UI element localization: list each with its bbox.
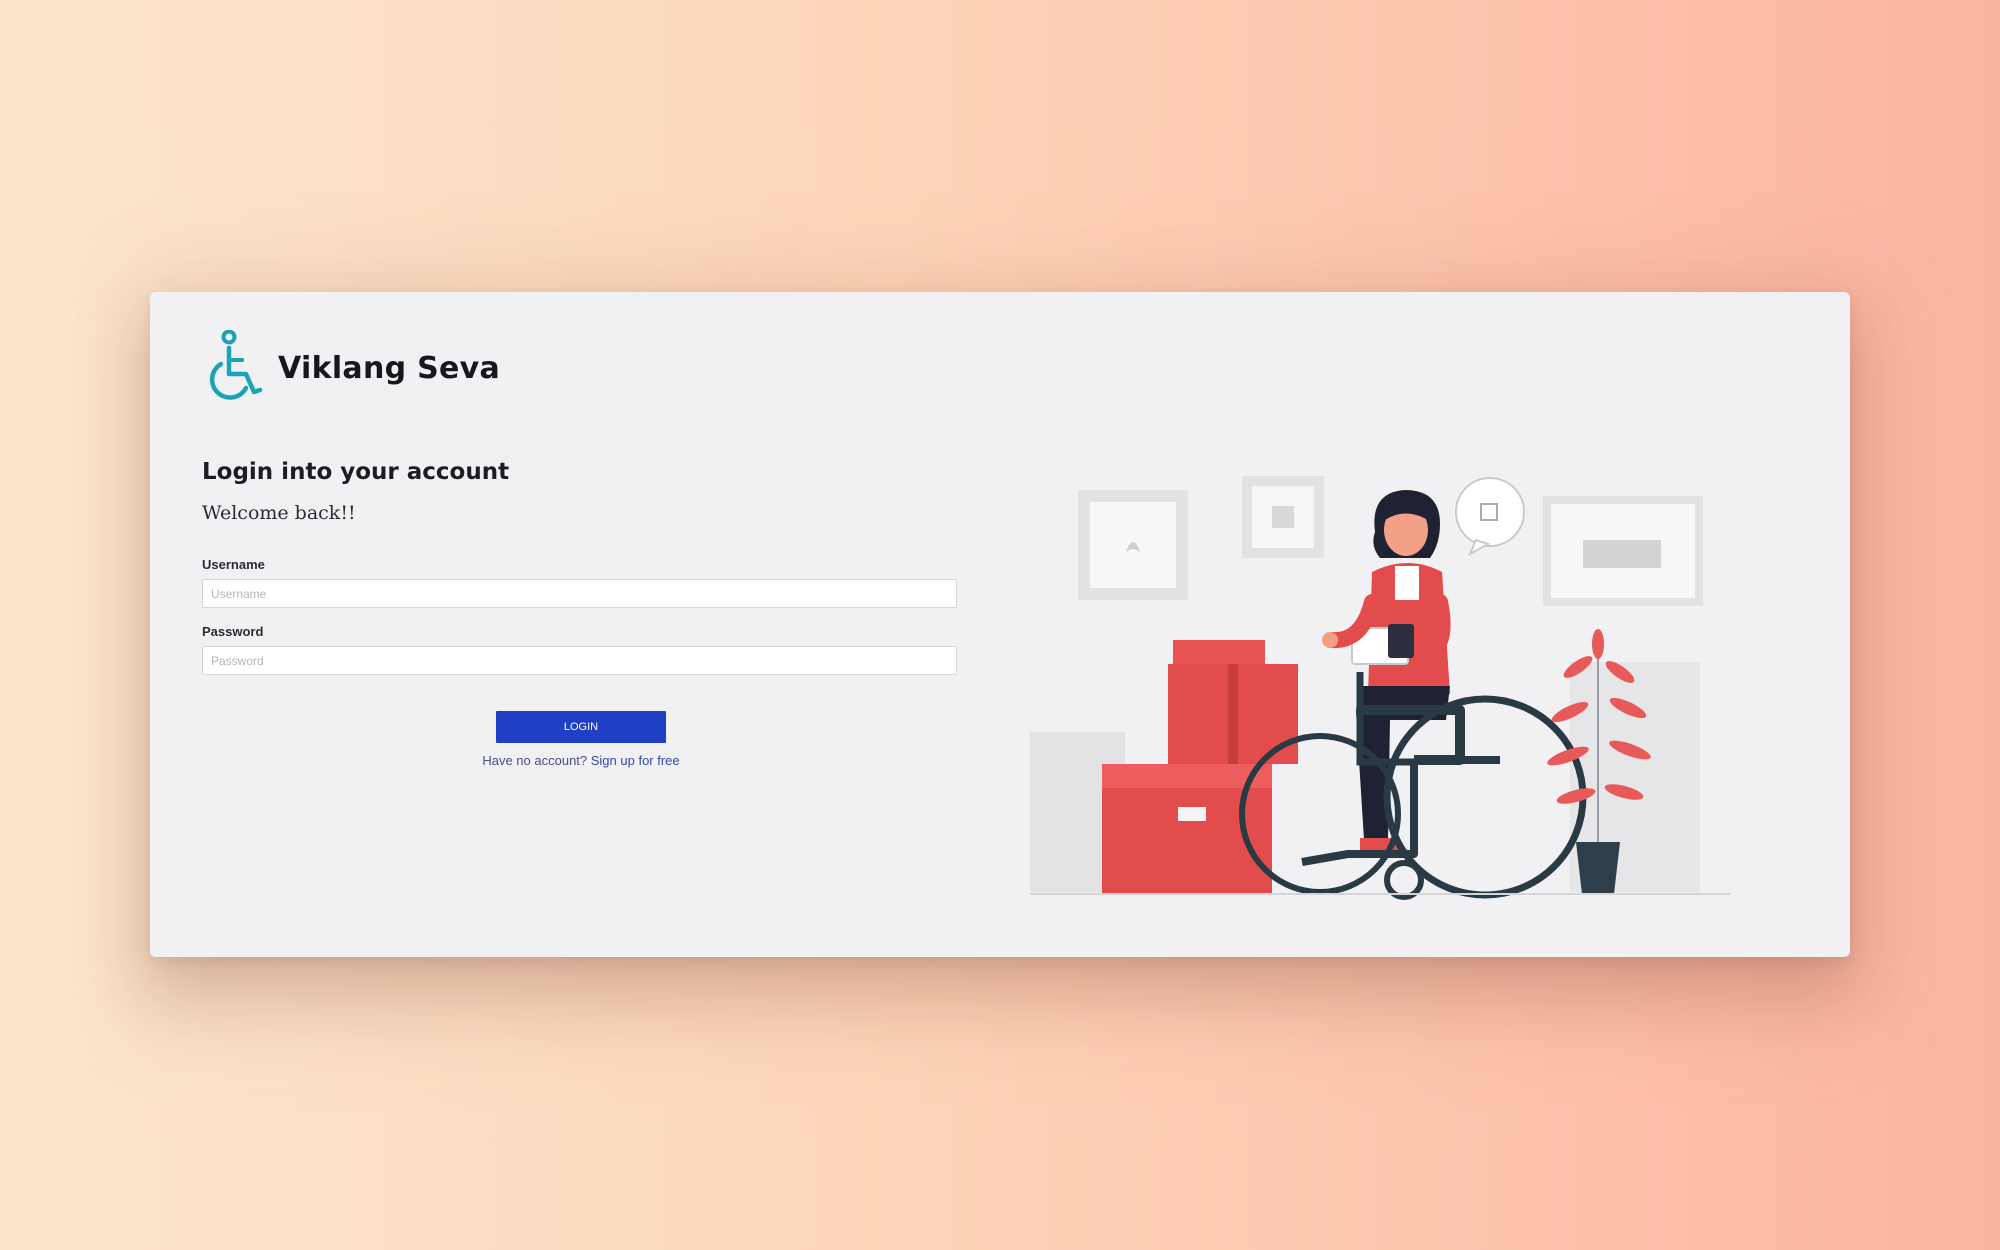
username-label: Username	[202, 557, 265, 572]
welcome-text: Welcome back!!	[202, 502, 356, 524]
page-title: Login into your account	[202, 459, 510, 485]
wheelchair-user-illustration	[1030, 476, 1730, 900]
password-input[interactable]	[202, 646, 957, 675]
signup-prompt: Have no account? Sign up for free	[450, 753, 712, 768]
username-input[interactable]	[202, 579, 957, 608]
brand-name: Viklang Seva	[278, 350, 501, 386]
password-label: Password	[202, 624, 264, 639]
signup-link[interactable]: Sign up for free	[591, 753, 680, 768]
wheelchair-icon	[209, 330, 263, 400]
login-card: Viklang Seva Login into your account Wel…	[150, 292, 1850, 957]
login-button[interactable]: LOGIN	[496, 711, 666, 743]
brand: Viklang Seva	[202, 330, 500, 406]
signup-prompt-text: Have no account?	[482, 753, 591, 768]
